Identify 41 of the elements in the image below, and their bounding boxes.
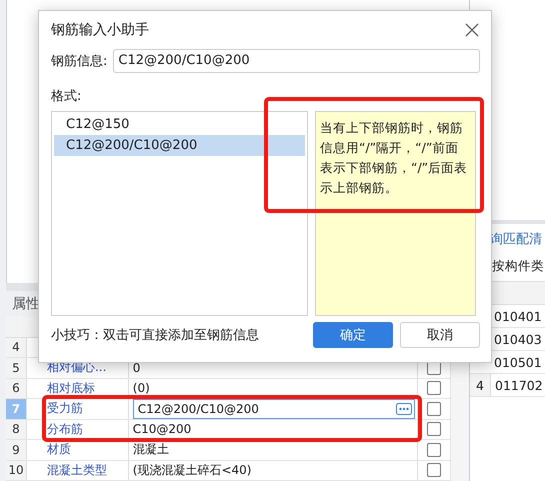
table-cell-text: 011702	[494, 376, 543, 394]
table-cell-text: 010501	[493, 354, 542, 372]
row-number: 9	[6, 440, 27, 460]
property-value: (现浇混凝土碎石<40)	[132, 462, 252, 479]
format-label: 格式:	[51, 88, 82, 105]
table-cell-text: 010403	[493, 330, 542, 348]
property-name: 受力筋	[46, 400, 83, 418]
property-name: 分布筋	[46, 420, 83, 438]
checkbox[interactable]	[427, 381, 442, 396]
tip-text: 小技巧：双击可直接添加至钢筋信息	[51, 327, 260, 344]
row-number: 8	[6, 420, 27, 439]
checkbox[interactable]	[427, 422, 442, 436]
checkbox[interactable]	[427, 463, 442, 478]
ok-button[interactable]: 确定	[313, 322, 393, 348]
format-item[interactable]: C12@200/C10@200	[54, 134, 305, 156]
row-number: 5	[6, 358, 27, 378]
property-value: C10@200	[132, 422, 192, 436]
property-value: 0	[132, 360, 140, 375]
row-number: 6	[6, 378, 27, 398]
property-value: (0)	[132, 381, 150, 396]
row-number: 4	[470, 374, 491, 396]
field-label: 钢筋信息:	[51, 52, 108, 70]
row-number: 4	[6, 338, 27, 357]
property-name: 材质	[46, 441, 71, 458]
close-button[interactable]	[463, 20, 481, 39]
checkbox[interactable]	[427, 402, 442, 416]
property-value: 混凝土	[132, 441, 169, 458]
table-cell-text: 010401	[493, 308, 542, 326]
rebar-info-field[interactable]: C12@200/C10@200	[113, 48, 480, 73]
value-field[interactable]: C12@200/C10@200	[132, 398, 416, 419]
dialog-title: 钢筋输入小助手	[51, 20, 149, 39]
more-icon[interactable]	[396, 402, 412, 415]
row-number: 10	[6, 460, 27, 480]
property-name: 相对底标	[46, 380, 95, 397]
close-icon	[465, 22, 479, 37]
checkbox[interactable]	[427, 442, 442, 457]
row-number: 7	[6, 399, 27, 418]
property-name: 混凝土类型	[46, 462, 107, 479]
hint-note: 当有上下部钢筋时，钢筋信息用“/”隔开，“/”前面表示下部钢筋，“/”后面表示上部钢筋。	[315, 110, 476, 316]
format-item[interactable]: C12@150	[54, 114, 305, 135]
cancel-button[interactable]: 取消	[400, 322, 480, 348]
